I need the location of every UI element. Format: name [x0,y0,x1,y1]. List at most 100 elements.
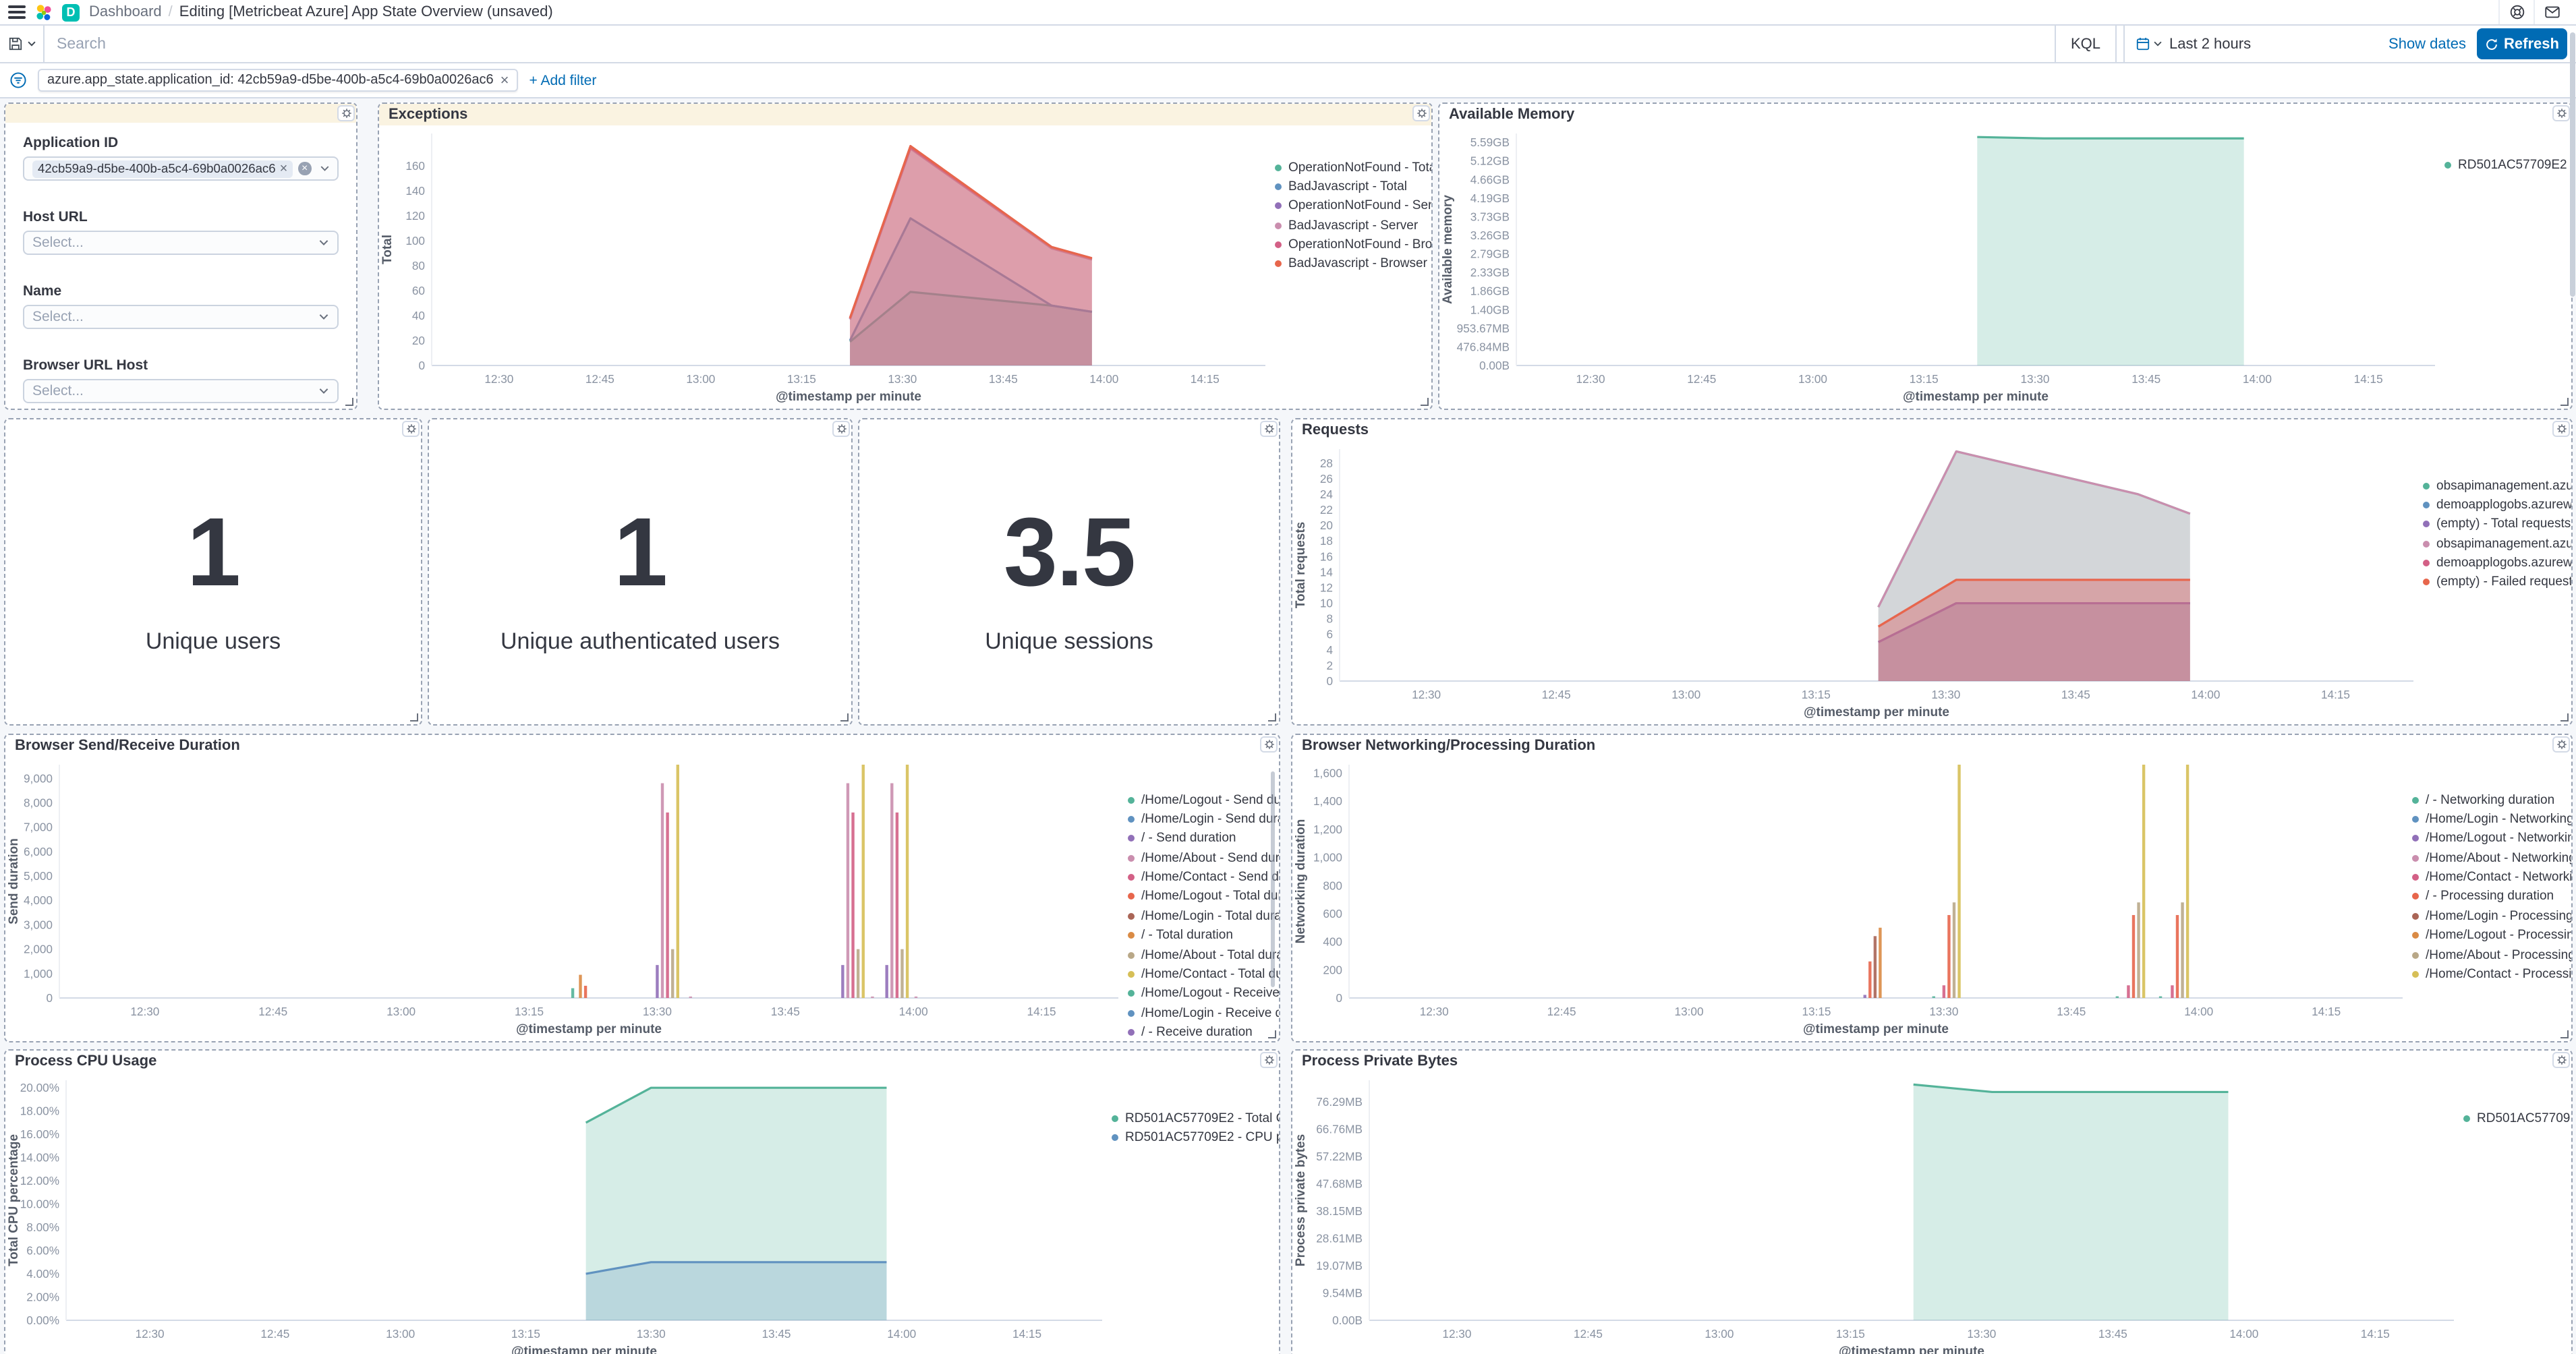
help-icon[interactable] [2498,0,2534,24]
resize-handle[interactable] [1421,398,1429,406]
panel-header[interactable]: Browser Send/Receive Duration [5,735,1279,757]
legend-item[interactable]: OperationNotFound - Total [1275,160,1431,175]
calendar-icon[interactable] [2136,36,2163,51]
svg-text:6.00%: 6.00% [26,1244,59,1258]
svg-text:13:00: 13:00 [1671,688,1700,701]
legend-item[interactable]: RD501AC57709E2 - Total CPU... [1112,1111,1279,1125]
panel-settings-button[interactable] [1260,421,1278,437]
browser-url-host-select[interactable]: Select... [23,379,339,403]
add-filter-link[interactable]: + Add filter [529,72,597,88]
resize-handle[interactable] [345,398,353,406]
legend-item[interactable]: /Home/Login - Processing dur... [2412,909,2571,924]
legend-item[interactable]: /Home/Login - Send duration [1128,812,1279,827]
saved-query-button[interactable] [0,26,45,62]
svg-text:13:45: 13:45 [2057,1005,2086,1018]
time-range-value[interactable]: Last 2 hours [2169,36,2251,52]
legend-item[interactable]: /Home/Logout - Send dura... [1128,792,1279,807]
panel-header[interactable]: Exceptions [379,104,1431,125]
search-input[interactable] [45,26,2055,62]
legend-dot-icon [1275,222,1282,229]
remove-token-icon[interactable]: × [280,161,288,176]
panel-header[interactable]: Available Memory [1439,104,2571,125]
legend-item[interactable]: /Home/Logout - Total durat... [1128,889,1279,904]
resize-handle[interactable] [410,713,418,722]
clear-selection-icon[interactable]: × [298,162,311,175]
panel-settings-button[interactable] [2552,1052,2570,1068]
resize-handle[interactable] [2560,1030,2569,1038]
panel-settings-button[interactable] [832,421,850,437]
legend-item[interactable]: /Home/Logout - Processing d... [2412,928,2571,943]
legend-item[interactable]: (empty) - Total requests [2423,517,2571,532]
breadcrumb-dashboard-link[interactable]: Dashboard [89,4,162,20]
legend-item[interactable]: /Home/Login - Total duration [1128,909,1279,924]
legend-item[interactable]: /Home/About - Processing du... [2412,947,2571,962]
legend-item[interactable]: /Home/Login - Receive dur... [1128,1006,1279,1021]
legend-item[interactable]: /Home/Logout - Receive d... [1128,987,1279,1001]
legend-item[interactable]: BadJavascript - Total [1275,179,1431,194]
legend-item[interactable]: /Home/About - Send durati... [1128,850,1279,865]
panel-header[interactable]: Browser Networking/Processing Duration [1292,735,2571,757]
panel-settings-button[interactable] [2552,736,2570,753]
refresh-button[interactable]: Refresh [2477,28,2567,59]
panel-title: Process Private Bytes [1302,1053,1458,1069]
resize-handle[interactable] [840,713,849,722]
newsfeed-mail-icon[interactable] [2534,0,2569,24]
legend-item[interactable]: RD501AC57709E2 [2463,1111,2571,1125]
panel-settings-button[interactable] [2552,105,2570,121]
legend-item[interactable]: /Home/Logout - Networking d... [2412,831,2571,846]
vertical-scrollbar[interactable] [2570,32,2575,297]
legend-item[interactable]: /Home/Contact - Processing ... [2412,967,2571,982]
panel-settings-button[interactable] [1260,1052,1278,1068]
legend-item[interactable]: demoapplogobs.azurewebsite... [2423,556,2571,570]
legend-item[interactable]: /Home/Login - Networking du... [2412,812,2571,827]
filter-icon[interactable] [9,71,27,89]
legend-item[interactable]: /Home/About - Total durati... [1128,947,1279,962]
legend-item[interactable]: RD501AC57709E2 [2444,157,2571,172]
host-url-select[interactable]: Select... [23,231,339,255]
panel-settings-button[interactable] [2552,421,2570,437]
legend-item[interactable]: demoapplogobs.azurewebsite... [2423,498,2571,512]
panel-settings-button[interactable] [1260,736,1278,753]
legend-item[interactable]: / - Processing duration [2412,889,2571,904]
name-select[interactable]: Select... [23,305,339,329]
legend-item[interactable]: (empty) - Failed requests [2423,575,2571,590]
legend-item[interactable]: / - Send duration [1128,831,1279,846]
filter-pill[interactable]: azure.app_state.application_id: 42cb59a9… [38,69,519,92]
svg-text:24: 24 [1320,488,1334,501]
svg-text:Total: Total [380,235,395,264]
legend-item[interactable]: /Home/Contact - Total dur... [1128,967,1279,982]
remove-filter-icon[interactable]: × [500,72,509,88]
panel-settings-button[interactable] [337,105,355,121]
legend-item[interactable]: / - Total duration [1128,928,1279,943]
panel-settings-button[interactable] [402,421,420,437]
legend-item[interactable]: / - Networking duration [2412,792,2571,807]
elastic-logo-icon[interactable] [35,3,53,21]
menu-icon[interactable] [8,5,26,20]
resize-handle[interactable] [2560,398,2569,406]
panel-header[interactable] [5,104,356,123]
application-id-combobox[interactable]: 42cb59a9-d5be-400b-a5c4-69b0a0026ac6 × × [23,156,339,181]
panel-settings-button[interactable] [1412,105,1430,121]
query-language-button[interactable]: KQL [2054,26,2117,62]
legend-item[interactable]: RD501AC57709E2 - CPU perc... [1112,1130,1279,1145]
legend-item[interactable]: obsapimanagement.azure-api... [2423,536,2571,551]
legend-item[interactable]: BadJavascript - Browser [1275,257,1431,272]
show-dates-link[interactable]: Show dates [2388,36,2466,52]
resize-handle[interactable] [1268,713,1276,722]
legend-item[interactable]: BadJavascript - Server [1275,218,1431,233]
resize-handle[interactable] [1268,1030,1276,1038]
legend-scrollbar[interactable] [1271,771,1275,987]
legend-item[interactable]: /Home/Contact - Networking ... [2412,870,2571,885]
legend-item[interactable]: OperationNotFound - Browser [1275,237,1431,252]
panel-header[interactable]: Process CPU Usage [5,1051,1279,1072]
selected-token[interactable]: 42cb59a9-d5be-400b-a5c4-69b0a0026ac6 × [32,160,293,177]
panel-header[interactable]: Requests [1292,419,2571,441]
legend-item[interactable]: / - Receive duration [1128,1025,1279,1040]
legend-item[interactable]: obsapimanagement.azure-api... [2423,478,2571,493]
legend-item[interactable]: OperationNotFound - Server [1275,199,1431,214]
legend-item[interactable]: /Home/Contact - Send dur... [1128,870,1279,885]
panel-header[interactable]: Process Private Bytes [1292,1051,2571,1072]
resize-handle[interactable] [2560,713,2569,722]
svg-text:600: 600 [1323,907,1342,920]
legend-item[interactable]: /Home/About - Networking du... [2412,850,2571,865]
